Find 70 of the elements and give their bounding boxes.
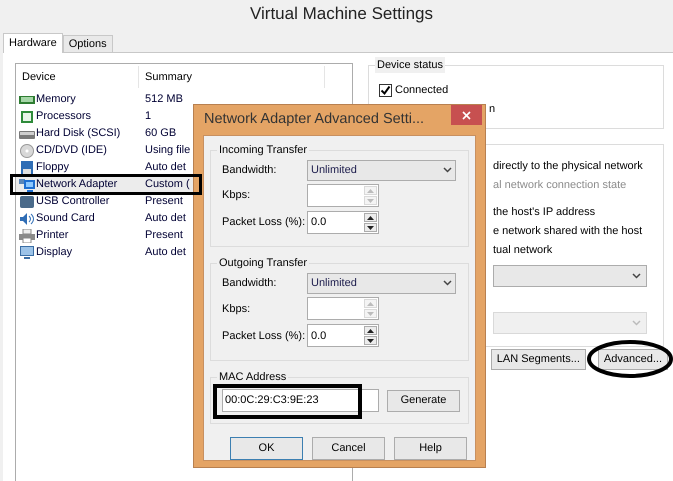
bandwidth-dropdown[interactable]: Unlimited: [307, 160, 456, 180]
column-header[interactable]: Device: [22, 68, 56, 86]
chevron-down-icon: [443, 167, 452, 173]
chip-icon: [19, 110, 35, 124]
dialog-button[interactable]: Help: [394, 437, 467, 460]
field-label: Bandwidth:: [221, 276, 278, 292]
chevron-down-icon: [632, 273, 641, 279]
device-name: Memory: [36, 92, 76, 108]
device-summary: 1: [144, 109, 152, 124]
dialog-button[interactable]: Cancel: [312, 437, 385, 460]
device-summary: Custom (: [144, 177, 190, 192]
device-name: Floppy: [36, 160, 70, 176]
column-header[interactable]: Summary: [145, 68, 192, 86]
field-label: Bandwidth:: [221, 162, 278, 178]
field-label: Packet Loss (%):: [221, 328, 306, 344]
spin-field[interactable]: 0.0: [307, 324, 379, 348]
disc-icon: [19, 144, 35, 158]
device-summary: Present: [144, 194, 183, 210]
monitor-icon: [19, 246, 35, 260]
spin-down-arrow-icon[interactable]: [364, 223, 377, 232]
device-name: Hard Disk (SCSI): [36, 126, 120, 142]
device-summary: Auto det: [144, 160, 186, 176]
option-text: e network shared with the host: [493, 224, 642, 239]
option-text: directly to the physical network: [493, 159, 643, 174]
device-summary: 60 GB: [144, 126, 176, 142]
spin-up-arrow-icon[interactable]: [364, 213, 377, 222]
close-icon: [462, 110, 471, 120]
network-dropdown[interactable]: [493, 265, 647, 287]
action-button[interactable]: Advanced...: [598, 349, 668, 370]
option-text: al network connection state: [493, 178, 626, 193]
field-label: Kbps:: [221, 188, 252, 204]
checkbox-label: Connected: [395, 83, 448, 98]
group-title: Outgoing Transfer: [217, 255, 310, 272]
close-button[interactable]: [451, 105, 482, 125]
spin-up-arrow-icon[interactable]: [364, 326, 377, 336]
action-button[interactable]: LAN Segments...: [490, 349, 586, 370]
chevron-down-icon: [443, 280, 452, 286]
field-label: Kbps:: [221, 302, 252, 317]
device-summary: 512 MB: [144, 92, 183, 108]
option-text: the host's IP address: [493, 205, 596, 220]
device-name: Printer: [36, 228, 68, 244]
tab[interactable]: Hardware: [3, 33, 63, 53]
device-summary: Auto det: [144, 245, 186, 260]
window-title: Virtual Machine Settings: [250, 3, 433, 26]
chevron-down-icon: [632, 320, 641, 326]
device-name: Sound Card: [36, 211, 95, 226]
checkbox[interactable]: [379, 84, 392, 97]
speaker-icon: [19, 212, 35, 226]
option-text: tual network: [493, 243, 552, 258]
bandwidth-dropdown[interactable]: Unlimited: [307, 272, 456, 294]
spin-down-arrow-icon[interactable]: [364, 336, 377, 346]
device-name: Display: [36, 245, 72, 260]
checkbox-label: n: [489, 102, 496, 118]
device-summary: Auto det: [144, 211, 186, 226]
device-summary: Present: [144, 228, 183, 244]
generate-button[interactable]: Generate: [387, 390, 460, 412]
device-name: Processors: [36, 109, 92, 124]
floppy-icon: [19, 160, 35, 174]
spin-field[interactable]: 0.0: [307, 211, 379, 234]
device-name: Network Adapter: [36, 177, 118, 192]
group-title: Device status: [375, 57, 446, 73]
dialog-button[interactable]: OK: [230, 437, 303, 460]
group-title: Incoming Transfer: [217, 142, 310, 158]
device-name: CD/DVD (IDE): [36, 143, 107, 158]
mac-address-field[interactable]: 00:0C:29:C3:9E:23: [222, 388, 379, 412]
device-name: USB Controller: [36, 194, 110, 210]
monitor-network-icon: [19, 178, 35, 192]
device-summary: Using file: [144, 143, 190, 158]
tab[interactable]: Options: [62, 35, 113, 52]
printer-icon: [19, 228, 35, 242]
